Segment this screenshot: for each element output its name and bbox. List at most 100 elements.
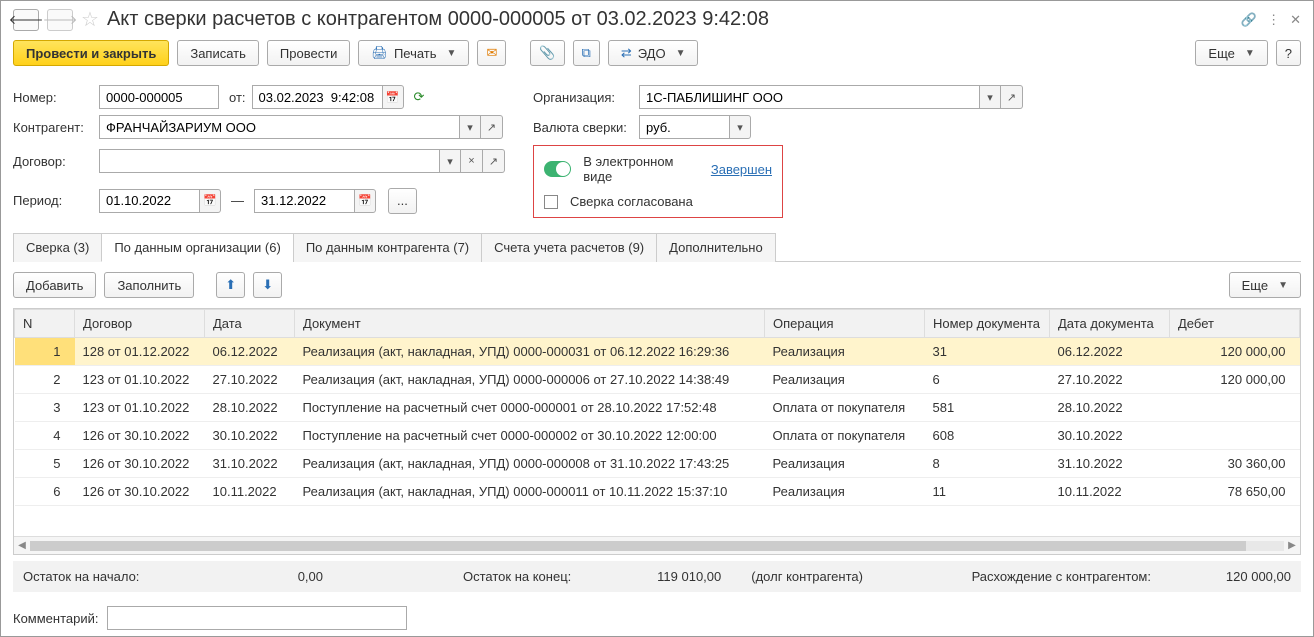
tab-counterparty-data[interactable]: По данным контрагента (7) <box>293 233 482 262</box>
table-cell: Поступление на расчетный счет 0000-00000… <box>295 394 765 422</box>
table-row[interactable]: 2123 от 01.10.202227.10.2022Реализация (… <box>15 366 1300 394</box>
open-icon[interactable]: ↗ <box>1001 85 1023 109</box>
date-input[interactable] <box>252 85 382 109</box>
move-down-button[interactable]: ⬇ <box>253 272 282 298</box>
structure-button[interactable]: ⧉ <box>573 40 600 66</box>
from-label: от: <box>229 90 246 105</box>
table-cell: 06.12.2022 <box>1050 338 1170 366</box>
column-header[interactable]: Дата <box>205 310 295 338</box>
table-row[interactable]: 6126 от 30.10.202210.11.2022Реализация (… <box>15 478 1300 506</box>
column-header[interactable]: Операция <box>765 310 925 338</box>
table-cell: Оплата от покупателя <box>765 422 925 450</box>
horizontal-scrollbar[interactable]: ◀ ▶ <box>14 536 1300 554</box>
kebab-menu-icon[interactable]: ⋮ <box>1267 12 1280 28</box>
tab-org-data[interactable]: По данным организации (6) <box>101 233 294 262</box>
contract-input[interactable] <box>99 149 439 173</box>
favorite-star-icon[interactable]: ☆ <box>81 7 99 32</box>
column-header[interactable]: N <box>15 310 75 338</box>
table-cell: 10.11.2022 <box>1050 478 1170 506</box>
table-cell: 3 <box>15 394 75 422</box>
move-up-button[interactable]: ⬆ <box>216 272 245 298</box>
post-and-close-button[interactable]: Провести и закрыть <box>13 40 169 66</box>
table-cell: 31.10.2022 <box>1050 450 1170 478</box>
table-cell: 10.11.2022 <box>205 478 295 506</box>
tab-accounts[interactable]: Счета учета расчетов (9) <box>481 233 657 262</box>
column-header[interactable]: Номер документа <box>925 310 1050 338</box>
table-cell: 128 от 01.12.2022 <box>75 338 205 366</box>
counterparty-input[interactable] <box>99 115 459 139</box>
calendar-icon[interactable]: 📅 <box>382 85 404 109</box>
table-row[interactable]: 4126 от 30.10.202230.10.2022Поступление … <box>15 422 1300 450</box>
number-input[interactable] <box>99 85 219 109</box>
calendar-icon[interactable]: 📅 <box>199 189 221 213</box>
column-header[interactable]: Дата документа <box>1050 310 1170 338</box>
period-select-button[interactable]: ... <box>388 188 417 214</box>
dropdown-icon[interactable]: ▾ <box>729 115 751 139</box>
column-header[interactable]: Договор <box>75 310 205 338</box>
table-cell: 6 <box>15 478 75 506</box>
calendar-icon[interactable]: 📅 <box>354 189 376 213</box>
more-button-table[interactable]: Еще ▼ <box>1229 272 1301 298</box>
tab-sverka[interactable]: Сверка (3) <box>13 233 102 262</box>
edo-icon: ⇄ <box>621 45 632 61</box>
table-cell: 5 <box>15 450 75 478</box>
table-cell: Оплата от покупателя <box>765 394 925 422</box>
table-cell: Реализация <box>765 338 925 366</box>
status-link[interactable]: Завершен <box>711 162 772 177</box>
close-window-icon[interactable]: ✕ <box>1290 12 1301 28</box>
paperclip-icon: 📎 <box>539 45 555 61</box>
mail-button[interactable]: ✉ <box>477 40 506 66</box>
period-from-input[interactable] <box>99 189 199 213</box>
print-button[interactable]: 🖨 Печать ▼ <box>358 40 469 66</box>
summary-bar: Остаток на начало: 0,00 Остаток на конец… <box>13 561 1301 592</box>
chevron-down-icon: ▼ <box>447 48 457 59</box>
dropdown-icon[interactable]: ▾ <box>459 115 481 139</box>
more-button-top[interactable]: Еще ▼ <box>1195 40 1267 66</box>
table-row[interactable]: 1128 от 01.12.202206.12.2022Реализация (… <box>15 338 1300 366</box>
table-cell: 126 от 30.10.2022 <box>75 450 205 478</box>
electronic-toggle[interactable] <box>544 161 571 177</box>
period-to-input[interactable] <box>254 189 354 213</box>
period-label: Период: <box>13 193 93 208</box>
fill-button[interactable]: Заполнить <box>104 272 194 298</box>
agreed-label: Сверка согласована <box>570 194 693 209</box>
table-cell: 123 от 01.10.2022 <box>75 366 205 394</box>
table-cell: 120 000,00 <box>1170 366 1300 394</box>
column-header[interactable]: Дебет <box>1170 310 1300 338</box>
nav-forward-button[interactable]: 🡒 <box>47 9 73 31</box>
table-cell <box>1170 422 1300 450</box>
diff-label: Расхождение с контрагентом: <box>972 569 1151 584</box>
end-balance-label: Остаток на конец: <box>463 569 571 584</box>
add-row-button[interactable]: Добавить <box>13 272 96 298</box>
edo-button[interactable]: ⇄ ЭДО ▼ <box>608 40 699 66</box>
link-icon[interactable]: 🔗 <box>1241 12 1257 28</box>
clear-icon[interactable]: × <box>461 149 483 173</box>
chevron-down-icon: ▼ <box>1245 48 1255 59</box>
organization-input[interactable] <box>639 85 979 109</box>
dropdown-icon[interactable]: ▾ <box>439 149 461 173</box>
post-button[interactable]: Провести <box>267 40 351 66</box>
write-button[interactable]: Записать <box>177 40 259 66</box>
comment-input[interactable] <box>107 606 407 630</box>
column-header[interactable]: Документ <box>295 310 765 338</box>
period-separator: — <box>231 193 244 208</box>
start-balance-value: 0,00 <box>203 569 323 584</box>
open-icon[interactable]: ↗ <box>481 115 503 139</box>
attach-button[interactable]: 📎 <box>530 40 564 66</box>
open-icon[interactable]: ↗ <box>483 149 505 173</box>
scroll-left-icon[interactable]: ◀ <box>14 540 30 551</box>
table-row[interactable]: 3123 от 01.10.202228.10.2022Поступление … <box>15 394 1300 422</box>
table-cell: 1 <box>15 338 75 366</box>
currency-input[interactable] <box>639 115 729 139</box>
tab-additional[interactable]: Дополнительно <box>656 233 776 262</box>
dropdown-icon[interactable]: ▾ <box>979 85 1001 109</box>
scroll-right-icon[interactable]: ▶ <box>1284 540 1300 551</box>
print-label: Печать <box>394 46 437 61</box>
table-cell: 4 <box>15 422 75 450</box>
refresh-date-icon[interactable]: ⟳ <box>414 89 425 105</box>
nav-back-button[interactable]: 🡐 <box>13 9 39 31</box>
table-row[interactable]: 5126 от 30.10.202231.10.2022Реализация (… <box>15 450 1300 478</box>
help-button[interactable]: ? <box>1276 40 1301 66</box>
table-cell: 06.12.2022 <box>205 338 295 366</box>
agreed-checkbox[interactable] <box>544 195 558 209</box>
